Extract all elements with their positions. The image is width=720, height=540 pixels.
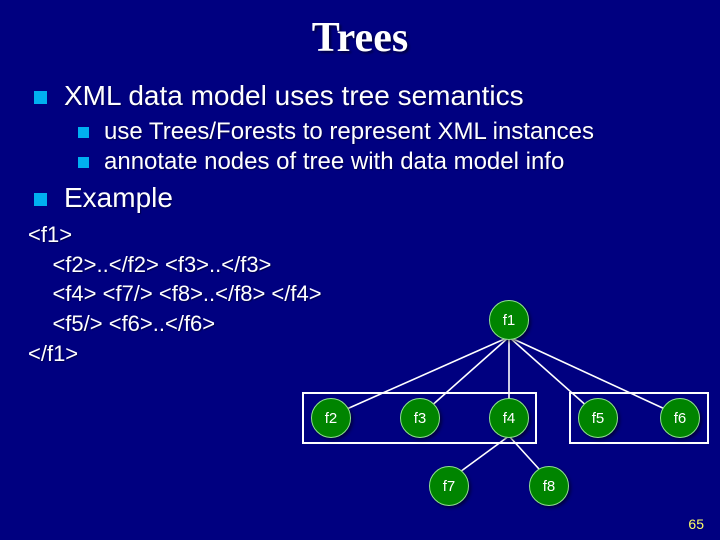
bullet-list: XML data model uses tree semantics use T…	[28, 80, 692, 214]
slide-title: Trees	[28, 14, 692, 62]
tree-node-f7: f7	[429, 466, 469, 506]
bullet-trees-forests: use Trees/Forests to represent XML insta…	[28, 118, 692, 146]
code-line: <f2>..</f2> <f3>..</f3>	[28, 252, 271, 277]
code-line: <f5/> <f6>..</f6>	[28, 311, 215, 336]
slide: Trees XML data model uses tree semantics…	[0, 0, 720, 540]
code-line: <f4> <f7/> <f8>..</f8> </f4>	[28, 281, 322, 306]
tree-node-f8: f8	[529, 466, 569, 506]
forest-box-f5-f6	[569, 392, 709, 444]
code-line: </f1>	[28, 341, 78, 366]
tree-node-f3: f3	[400, 398, 440, 438]
tree-node-f2: f2	[311, 398, 351, 438]
xml-code-block: <f1> <f2>..</f2> <f3>..</f3> <f4> <f7/> …	[28, 220, 692, 368]
tree-node-f6: f6	[660, 398, 700, 438]
tree-node-f5: f5	[578, 398, 618, 438]
bullet-example: Example	[28, 182, 692, 214]
page-number: 65	[688, 516, 704, 532]
tree-node-f4: f4	[489, 398, 529, 438]
bullet-xml-tree-semantics: XML data model uses tree semantics	[28, 80, 692, 112]
forest-box-f2-f4	[302, 392, 537, 444]
bullet-annotate-nodes: annotate nodes of tree with data model i…	[28, 148, 692, 176]
code-line: <f1>	[28, 222, 72, 247]
